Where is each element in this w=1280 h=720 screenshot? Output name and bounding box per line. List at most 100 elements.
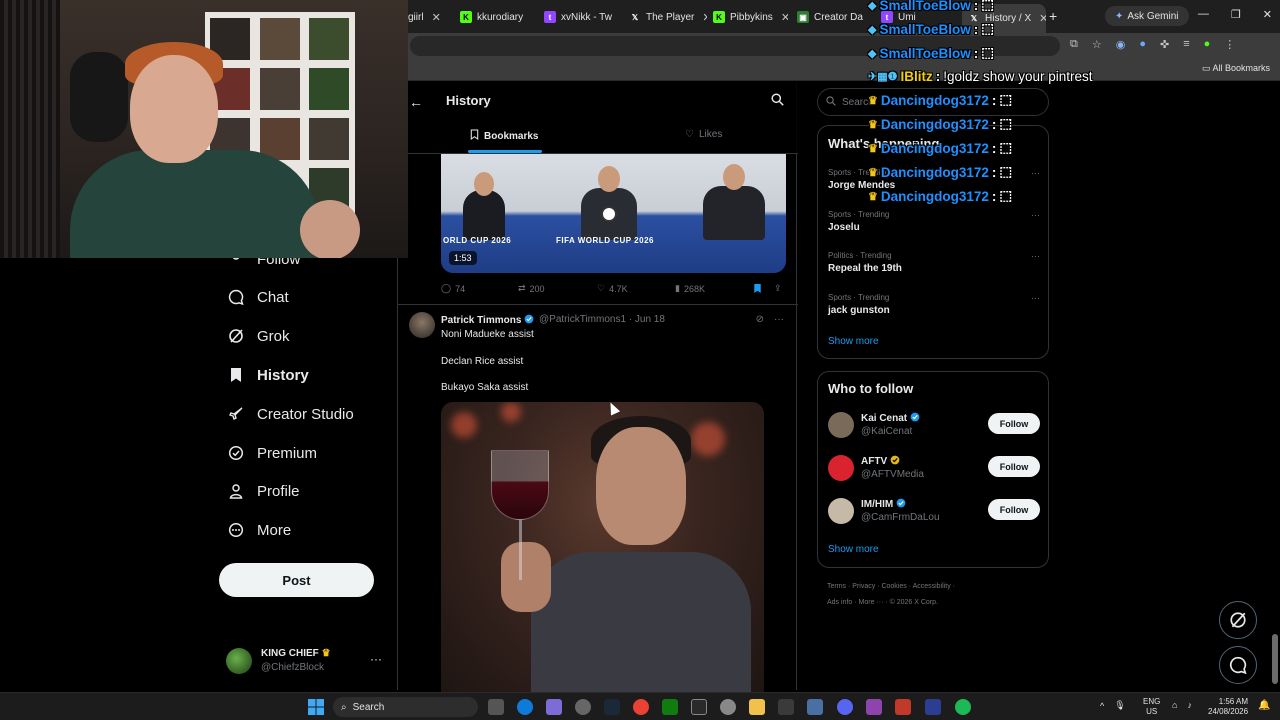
trend-item[interactable]: Politics · Trending Repeal the 19th ··· bbox=[828, 251, 1040, 274]
browser-tab[interactable]: ▣ Creator Da✕ bbox=[797, 6, 867, 28]
more-icon[interactable]: ··· bbox=[1031, 210, 1040, 220]
streamer-head bbox=[130, 55, 218, 163]
browser-tab[interactable]: t xvNikk - Tw✕ bbox=[544, 6, 619, 28]
follow-button[interactable]: Follow bbox=[988, 456, 1040, 477]
account-switcher[interactable]: KING CHIEF ♛ @ChiefzBlock ··· bbox=[226, 646, 386, 676]
back-arrow-icon[interactable]: ← bbox=[409, 94, 423, 110]
follow-suggestion[interactable]: Kai Cenat @KaiCenat Follow bbox=[828, 412, 1040, 442]
trend-item[interactable]: Sports · Trending jack gunston ··· bbox=[828, 293, 1040, 316]
app-icon[interactable] bbox=[807, 699, 823, 715]
microphone-icon[interactable]: 🎙 bbox=[1114, 700, 1125, 711]
clock[interactable]: 1:56 AM 24/08/2026 bbox=[1208, 697, 1248, 717]
browser-tab[interactable]: 𝕏 The Player ✕ bbox=[629, 6, 707, 28]
reply-button[interactable]: ◯ 74 bbox=[441, 283, 465, 294]
more-icon[interactable]: ··· bbox=[1031, 293, 1040, 303]
discord-icon[interactable] bbox=[837, 699, 853, 715]
edge-icon[interactable] bbox=[517, 699, 533, 715]
media-icon[interactable]: ≡ bbox=[1183, 38, 1189, 51]
tweet-image[interactable] bbox=[441, 402, 764, 692]
bookmark-icon bbox=[227, 366, 245, 384]
windows-start-icon[interactable] bbox=[308, 699, 324, 720]
extension-icon[interactable]: ◉ bbox=[1116, 38, 1126, 51]
follow-button[interactable]: Follow bbox=[988, 413, 1040, 434]
post-button[interactable]: Post bbox=[219, 563, 374, 597]
maximize-icon[interactable]: ❐ bbox=[1231, 8, 1241, 21]
menu-icon[interactable]: ⋮ bbox=[1224, 38, 1235, 51]
avatar[interactable] bbox=[409, 312, 435, 338]
bookmark-button[interactable] bbox=[753, 283, 762, 294]
tweet-author[interactable]: Patrick Timmons bbox=[441, 314, 534, 327]
install-icon[interactable]: ⧉ bbox=[1070, 38, 1078, 51]
follow-button[interactable]: Follow bbox=[988, 499, 1040, 520]
views-button[interactable]: ▮ 268K bbox=[675, 283, 705, 294]
nav-item-chat[interactable]: Chat bbox=[227, 288, 289, 306]
steam-icon[interactable] bbox=[604, 699, 620, 715]
footer-links[interactable]: Terms · Privacy · Cookies · Accessibilit… bbox=[827, 583, 955, 590]
notification-icon[interactable]: 🔔 bbox=[1258, 700, 1270, 714]
app-icon[interactable] bbox=[895, 699, 911, 715]
show-more-link[interactable]: Show more bbox=[828, 336, 879, 347]
repost-button[interactable]: ⇄ 200 bbox=[518, 283, 545, 294]
browser-tab[interactable]: K kkurodiary✕ bbox=[460, 6, 530, 28]
nav-item-more[interactable]: More bbox=[227, 521, 291, 539]
nav-item-history[interactable]: History bbox=[227, 366, 309, 384]
spotify-icon[interactable] bbox=[955, 699, 971, 715]
more-icon[interactable]: ··· bbox=[1031, 251, 1040, 261]
close-tab-icon[interactable]: ✕ bbox=[432, 11, 441, 24]
language-indicator[interactable]: ENG US bbox=[1143, 697, 1160, 717]
scrollbar-thumb[interactable] bbox=[1272, 634, 1278, 684]
grok-fab-button[interactable] bbox=[1219, 601, 1257, 639]
ask-gemini-button[interactable]: ✦ Ask Gemini bbox=[1105, 6, 1189, 26]
chrome-icon[interactable] bbox=[633, 699, 649, 715]
minimize-icon[interactable]: — bbox=[1198, 8, 1209, 21]
app-icon[interactable] bbox=[778, 699, 794, 715]
nav-item-premium[interactable]: Premium bbox=[227, 444, 317, 462]
avatar[interactable]: ● bbox=[1204, 38, 1211, 51]
tab-likes[interactable]: ♡ Likes bbox=[685, 129, 722, 140]
browser-tab[interactable]: K Pibbykins ✕ bbox=[713, 6, 788, 28]
taskbar-search[interactable]: ⌕ Search bbox=[333, 697, 478, 717]
tab-bookmarks[interactable]: Bookmarks bbox=[470, 129, 538, 143]
app-icon[interactable] bbox=[575, 699, 591, 715]
follow-suggestion[interactable]: AFTV @AFTVMedia Follow bbox=[828, 455, 1040, 485]
epic-games-icon[interactable] bbox=[691, 699, 707, 715]
app-icon[interactable] bbox=[546, 699, 562, 715]
xbox-icon[interactable] bbox=[662, 699, 678, 715]
file-explorer-icon[interactable] bbox=[749, 699, 765, 715]
close-window-icon[interactable]: ✕ bbox=[1263, 8, 1272, 21]
nav-item-profile[interactable]: Profile bbox=[227, 482, 300, 500]
browser-tab[interactable]: giirl ✕ bbox=[408, 6, 456, 28]
extension-icon[interactable]: ● bbox=[1139, 38, 1146, 51]
grok-icon[interactable]: ⊘ bbox=[756, 314, 764, 325]
trend-item[interactable]: Sports · Trending Joselu ··· bbox=[828, 210, 1040, 233]
nav-item-creator-studio[interactable]: Creator Studio bbox=[227, 405, 354, 423]
more-icon[interactable]: ··· bbox=[1031, 168, 1040, 178]
settings-icon[interactable] bbox=[720, 699, 736, 715]
new-tab-icon[interactable]: + bbox=[1049, 8, 1057, 24]
video-thumbnail[interactable]: ORLD CUP 2026 FIFA WORLD CUP 2026 1:53 bbox=[441, 154, 786, 273]
scrollbar[interactable] bbox=[1270, 82, 1280, 690]
chevron-up-icon[interactable]: ^ bbox=[1100, 701, 1104, 711]
all-bookmarks-button[interactable]: ▭ All Bookmarks bbox=[1202, 63, 1270, 74]
network-icon[interactable]: ⌂ bbox=[1172, 700, 1177, 710]
follow-suggestion[interactable]: IM/HIM @CamFrmDaLou Follow bbox=[828, 498, 1040, 528]
task-view-icon[interactable] bbox=[488, 699, 504, 715]
star-icon[interactable]: ☆ bbox=[1092, 38, 1102, 51]
nav-item-grok[interactable]: Grok bbox=[227, 327, 290, 345]
like-button[interactable]: ♡ 4.7K bbox=[597, 283, 628, 294]
app-icon[interactable] bbox=[866, 699, 882, 715]
more-icon[interactable]: ··· bbox=[370, 652, 382, 666]
more-icon[interactable]: ··· bbox=[774, 314, 784, 325]
volume-icon[interactable]: ♪ bbox=[1187, 700, 1192, 710]
messages-fab-button[interactable] bbox=[1219, 646, 1257, 684]
tweet-handle: @PatrickTimmons1 · Jun 18 bbox=[539, 314, 665, 325]
footer-links[interactable]: Ads info · More ··· · © 2026 X Corp. bbox=[827, 599, 938, 606]
close-tab-icon[interactable]: ✕ bbox=[781, 11, 788, 24]
search-icon[interactable] bbox=[771, 93, 784, 111]
close-tab-icon[interactable]: ✕ bbox=[702, 11, 707, 24]
share-button[interactable]: ⇪ bbox=[774, 283, 782, 294]
app-icon[interactable] bbox=[925, 699, 941, 715]
puzzle-icon[interactable]: ✜ bbox=[1160, 38, 1169, 51]
show-more-link[interactable]: Show more bbox=[828, 544, 879, 555]
close-tab-icon[interactable]: ✕ bbox=[1039, 12, 1046, 25]
